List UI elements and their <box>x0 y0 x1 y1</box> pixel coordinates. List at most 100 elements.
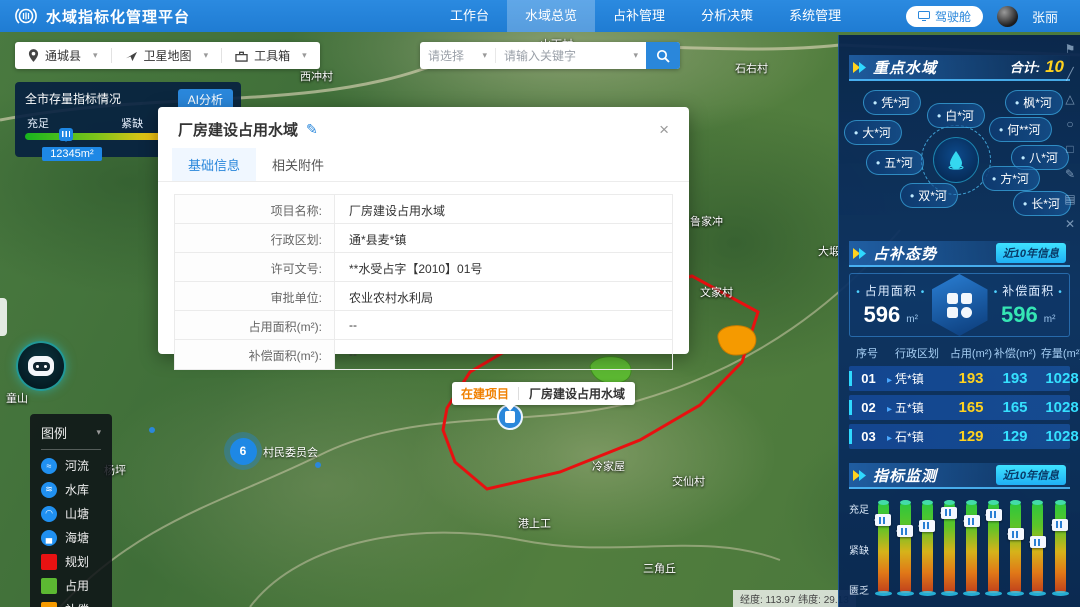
indicator-bar-column: 关* <box>984 497 1004 607</box>
legend-item[interactable]: ◠ 山塘 <box>41 505 101 522</box>
indicator-bar-column: 石* <box>917 497 937 607</box>
close-icon[interactable]: × <box>659 121 669 138</box>
tab-balance-management[interactable]: 占补管理 <box>595 0 683 32</box>
map-tool-icon[interactable]: ⚑ <box>1065 42 1076 56</box>
legend-item[interactable]: 规划 <box>41 553 101 570</box>
search-icon <box>655 48 671 64</box>
map-tool-icon[interactable]: ✎ <box>1065 167 1075 181</box>
row-occupied: 129 <box>949 428 993 445</box>
cockpit-button[interactable]: 驾驶舱 <box>906 6 983 27</box>
app-title: 水域指标化管理平台 <box>46 6 190 27</box>
compensated-value: 596 <box>1001 302 1038 328</box>
chevron-down-icon: ▾ <box>633 50 638 61</box>
bar-slider-marker[interactable] <box>1052 519 1068 531</box>
chevron-down-icon: ▾ <box>482 50 487 61</box>
legend-item[interactable]: ≈ 河流 <box>41 457 101 474</box>
col-compensated: 补偿(m²) <box>993 345 1037 361</box>
username[interactable]: 张丽 <box>1032 7 1058 26</box>
table-row[interactable]: 01 凭*镇 193 193 1028 <box>849 366 1070 391</box>
search-type-select[interactable]: 请选择 ▾ <box>420 48 496 63</box>
river-pill[interactable]: 凭*河 <box>863 90 921 115</box>
col-district: 行政区划 <box>885 345 949 361</box>
river-pill[interactable]: 何**河 <box>989 117 1052 142</box>
map-tools-bar: ⚑ ╱ △ ○ □ ✎ ▤ ✕ <box>1061 42 1079 231</box>
tab-system-management[interactable]: 系统管理 <box>771 0 859 32</box>
river-pill[interactable]: 双*河 <box>900 183 958 208</box>
basemap-selector[interactable]: 卫星地图 ▾ <box>112 48 223 63</box>
field-label: 补偿面积(m²): <box>175 340 335 369</box>
indicator-bar-column: 马* <box>962 497 982 607</box>
panel-collapse-handle[interactable] <box>0 298 7 336</box>
key-waters-title: 重点水域 <box>873 57 937 78</box>
tab-workbench[interactable]: 工作台 <box>432 0 507 32</box>
bar-slider-marker[interactable] <box>897 525 913 537</box>
modal-title: 厂房建设占用水域 <box>178 119 298 140</box>
robot-icon <box>28 356 54 376</box>
bar-slider-marker[interactable] <box>986 509 1002 521</box>
bar-slider-marker[interactable] <box>875 514 891 526</box>
map-tool-icon[interactable]: □ <box>1066 142 1073 156</box>
ylabel-deficient: 匮乏 <box>849 582 873 597</box>
tab-basic-info[interactable]: 基础信息 <box>172 148 256 181</box>
legend-item[interactable]: ≋ 水库 <box>41 481 101 498</box>
river-pill[interactable]: 白*河 <box>927 103 985 128</box>
user-avatar[interactable] <box>997 6 1018 27</box>
map-dot-marker[interactable] <box>149 427 155 433</box>
map-dot-marker[interactable] <box>315 462 321 468</box>
region-selector[interactable]: 通城县 ▾ <box>15 48 112 63</box>
cluster-marker[interactable]: 6 <box>224 432 262 470</box>
map-tool-icon[interactable]: ○ <box>1066 117 1073 131</box>
region-label: 通城县 <box>45 47 81 64</box>
river-pill[interactable]: 大*河 <box>844 120 902 145</box>
chevron-down-icon: ▾ <box>93 50 98 61</box>
satellite-icon <box>125 50 138 62</box>
scale-sufficient: 充足 <box>27 115 49 131</box>
map-tool-icon[interactable]: △ <box>1065 92 1074 106</box>
legend-item[interactable]: 补偿 <box>41 601 101 607</box>
table-row[interactable]: 03 石*镇 129 129 1028 <box>849 424 1070 449</box>
section-arrow-icon <box>853 62 867 73</box>
bar-slider-marker[interactable] <box>941 507 957 519</box>
gauge-slider-marker[interactable] <box>59 128 73 141</box>
legend-header[interactable]: 图例 ▾ <box>41 423 101 442</box>
legend-swatch-icon: ◠ <box>41 506 57 522</box>
tab-attachments[interactable]: 相关附件 <box>256 148 340 181</box>
bar-slider-marker[interactable] <box>964 515 980 527</box>
legend-item[interactable]: ▄ 海塘 <box>41 529 101 546</box>
table-row[interactable]: 02 五*镇 165 165 1028 <box>849 395 1070 420</box>
key-waters-total: 合计: 10 <box>1010 57 1064 77</box>
search-button[interactable] <box>646 42 680 69</box>
field-value: 通*县麦*镇 <box>335 224 672 252</box>
gauge-value-badge: 12345m² <box>42 147 101 161</box>
balance-badge[interactable]: 近10年信息 <box>996 243 1066 263</box>
river-pill[interactable]: 五*河 <box>866 150 924 175</box>
map-tool-icon[interactable]: ✕ <box>1065 217 1075 231</box>
compensated-label: 补偿面积 <box>988 282 1070 299</box>
river-pill[interactable]: 枫*河 <box>1005 90 1063 115</box>
edit-pencil-icon[interactable]: ✎ <box>306 121 318 138</box>
map-tool-icon[interactable]: ╱ <box>1066 67 1073 81</box>
balance-title: 占补态势 <box>873 243 937 264</box>
bar-slider-marker[interactable] <box>1008 528 1024 540</box>
dashboard-panel: 重点水域 合计: 10 凭*河白*河枫*河大*河何**河五*河八*河方*河双*河… <box>838 35 1080 607</box>
legend-item[interactable]: 占用 <box>41 577 101 594</box>
search-keyword-input[interactable]: 请输入关键字 ▾ <box>496 47 646 64</box>
divider <box>41 449 101 450</box>
river-pill[interactable]: 方*河 <box>982 166 1040 191</box>
map-tool-icon[interactable]: ▤ <box>1064 192 1075 206</box>
ai-assistant-button[interactable] <box>16 341 66 391</box>
water-drop-icon <box>933 137 979 183</box>
table-header-row: 序号 行政区划 占用(m²) 补偿(m²) 存量(m²) <box>849 345 1070 366</box>
map-road <box>250 533 780 607</box>
toolbox-selector[interactable]: 工具箱 ▾ <box>222 48 320 63</box>
monitor-badge[interactable]: 近10年信息 <box>996 465 1066 485</box>
compensation-polygon[interactable] <box>718 326 756 355</box>
modal-tabs: 基础信息 相关附件 <box>158 148 689 182</box>
app-root: 山下村西冲村石右村鲁家冲大塅文家村冷家屋交仙村三角丘港上工童山杨坪 水域指标化管… <box>0 0 1080 607</box>
project-marker-label[interactable]: 在建项目 厂房建设占用水域 <box>452 382 635 405</box>
bar-slider-marker[interactable] <box>1030 536 1046 548</box>
tab-water-overview[interactable]: 水域总览 <box>507 0 595 32</box>
row-seq: 02 <box>849 400 885 415</box>
tab-analysis-decision[interactable]: 分析决策 <box>683 0 771 32</box>
bar-slider-marker[interactable] <box>919 520 935 532</box>
